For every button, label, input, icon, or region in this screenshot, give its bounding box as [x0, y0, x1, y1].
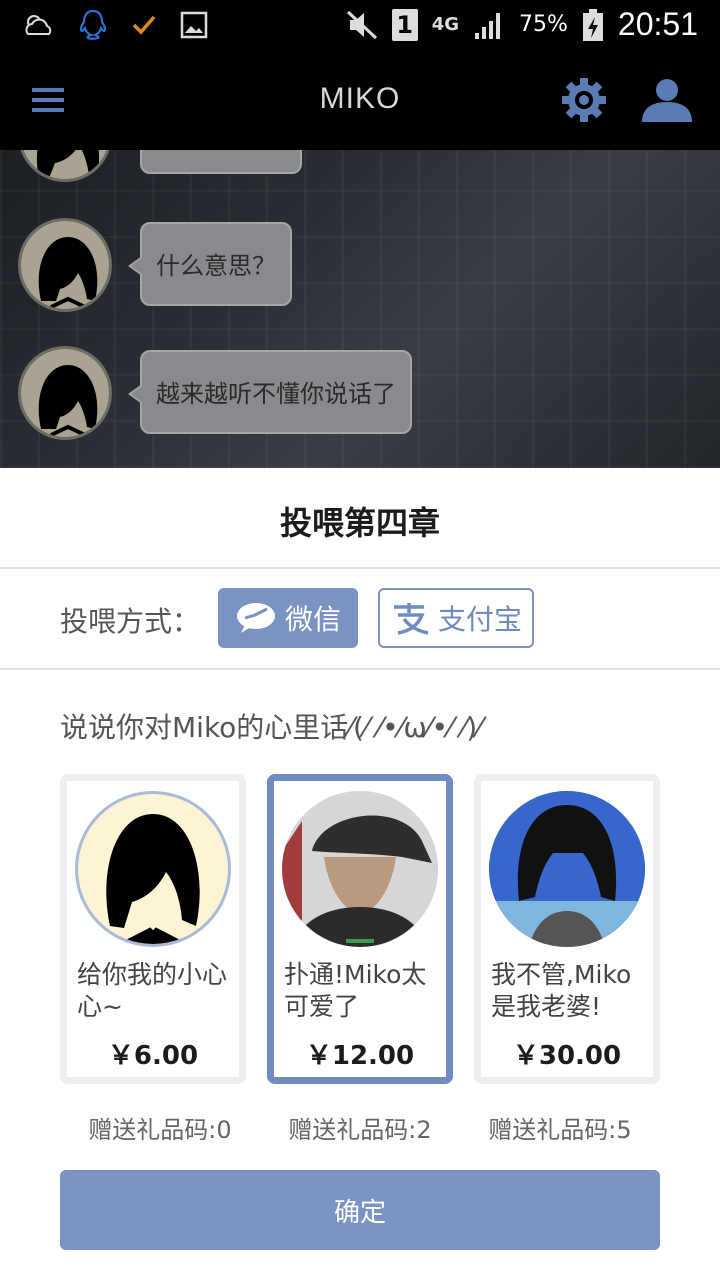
gallery-icon [180, 11, 208, 39]
gift-code-label: 赠送礼品码:0 [88, 1116, 232, 1144]
gift-card[interactable]: 给你我的小心心~ ￥6.00 [60, 774, 246, 1084]
gift-code-label: 赠送礼品码:5 [488, 1116, 632, 1144]
app-title: MIKO [319, 82, 401, 115]
user-icon[interactable] [640, 78, 694, 122]
chat-area[interactable]: 什么意思？ 越来越听不懂你说话了 [0, 150, 720, 468]
gift-code-label: 赠送礼品码:2 [288, 1116, 432, 1144]
avatar [18, 346, 112, 440]
battery-charging-icon [582, 8, 603, 41]
wechat-icon [236, 603, 275, 633]
clock: 20:51 [617, 6, 698, 42]
gift-avatar [489, 791, 645, 947]
gift-description: 扑通!Miko太可爱了 [284, 960, 427, 1021]
divider [0, 668, 720, 670]
gift-price: ￥6.00 [107, 1041, 199, 1071]
wechat-label: 微信 [284, 603, 341, 636]
status-bar: 1 4G 75% 20:51 [0, 0, 720, 50]
app-bar: MIKO [0, 50, 720, 150]
signal-icon [475, 12, 501, 39]
alipay-icon [393, 603, 429, 635]
cloudy-weather-icon [25, 15, 52, 35]
gift-card-selected[interactable]: 扑通!Miko太可爱了 ￥12.00 [267, 774, 453, 1084]
alipay-label: 支付宝 [437, 603, 522, 636]
network-icon: 4G [431, 13, 460, 35]
gift-price: ￥30.00 [512, 1041, 622, 1071]
confirm-button[interactable]: 确定 [60, 1170, 660, 1250]
gift-price: ￥12.00 [305, 1041, 415, 1071]
mute-icon [346, 10, 377, 39]
payment-label: 投喂方式： [60, 605, 201, 638]
chat-bubble: 什么意思？ [128, 222, 292, 306]
gift-description: 给你我的小心心~ [77, 960, 228, 1021]
avatar [18, 218, 112, 312]
gift-description: 我不管,Miko是我老婆! [491, 960, 632, 1021]
check-icon [132, 15, 156, 35]
gear-icon[interactable] [560, 76, 608, 124]
avatar [18, 150, 112, 182]
sim-icon: 1 [391, 8, 418, 41]
message-prompt: 说说你对Miko的心里话⁄(⁄ ⁄•⁄ω⁄•⁄ ⁄)⁄ [60, 711, 482, 744]
chat-bubble: 越来越听不懂你说话了 [128, 350, 412, 434]
gift-avatar [282, 791, 438, 947]
qq-icon [79, 9, 107, 40]
wechat-pay-button[interactable]: 微信 [218, 588, 358, 648]
chat-bubble-partial [140, 150, 302, 174]
sheet-title: 投喂第四章 [279, 504, 440, 542]
divider [0, 567, 720, 569]
battery-percent: 75% [519, 12, 568, 37]
feed-sheet: 投喂第四章 投喂方式： 微信 支付宝 说说你对Miko的心里话⁄(⁄ ⁄•⁄ω⁄… [0, 468, 720, 1280]
alipay-button[interactable]: 支付宝 [378, 588, 534, 648]
gift-avatar [75, 791, 231, 947]
gift-card[interactable]: 我不管,Miko是我老婆! ￥30.00 [474, 774, 660, 1084]
